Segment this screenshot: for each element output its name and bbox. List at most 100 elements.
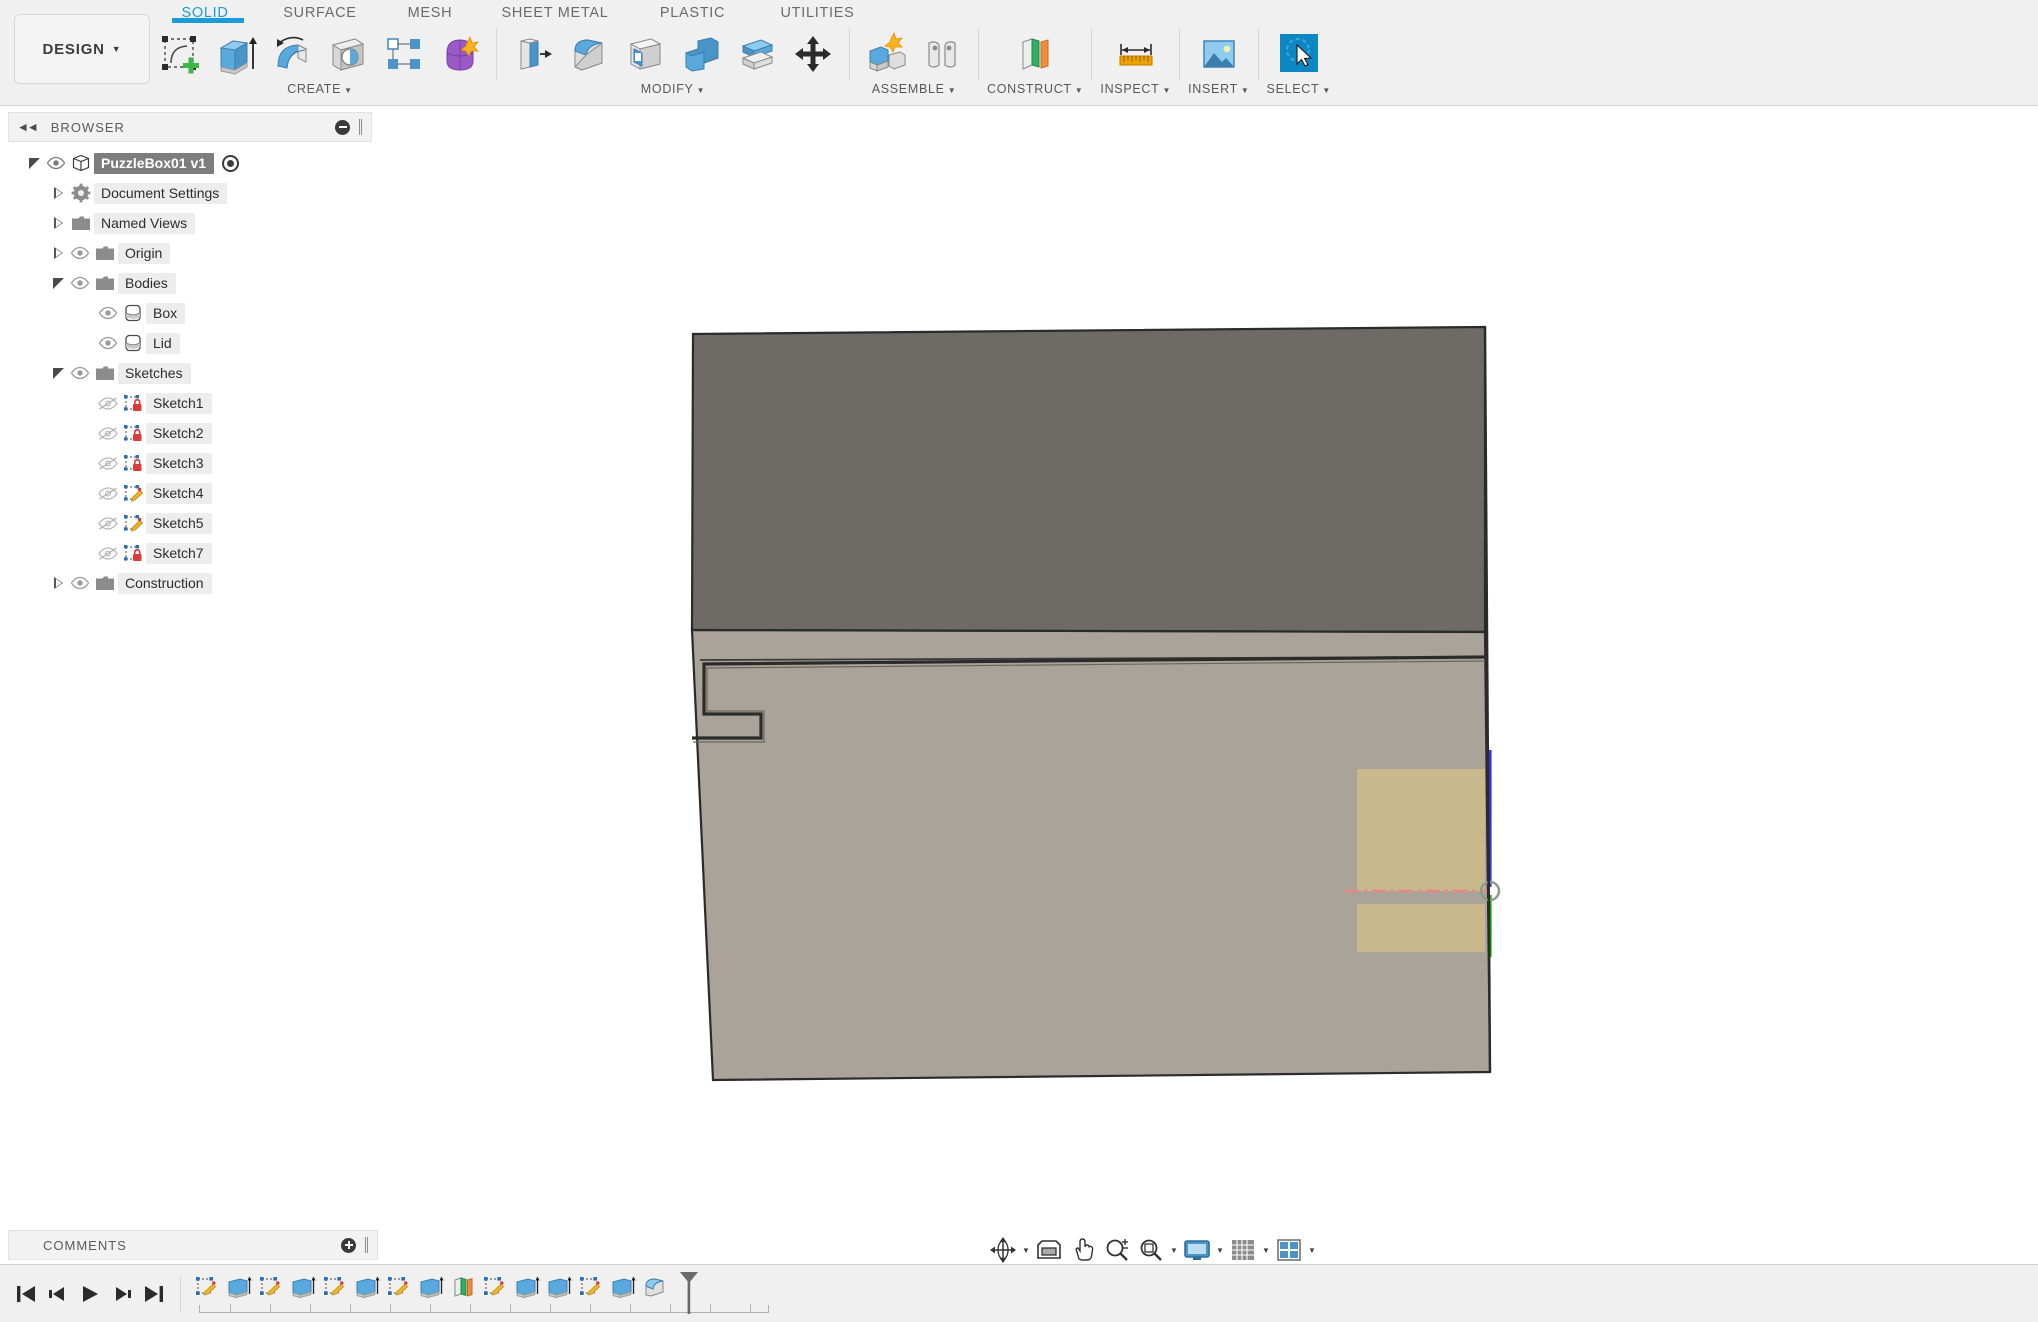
toolgroup-create-label[interactable]: CREATE ▼ — [287, 82, 353, 96]
grid-caret-icon[interactable]: ▼ — [1260, 1233, 1272, 1267]
timeline-extrude-5[interactable] — [511, 1270, 543, 1304]
fillet-tool[interactable] — [561, 27, 617, 81]
visibility-eye-icon[interactable] — [96, 336, 120, 350]
tree-node-sketch5[interactable]: Sketch5 — [0, 508, 380, 538]
create-sketch-tool[interactable] — [152, 27, 208, 81]
go-to-beginning-button[interactable] — [10, 1274, 42, 1314]
3d-viewport[interactable] — [380, 112, 2038, 1230]
visibility-eye-icon[interactable] — [68, 276, 92, 290]
twisty-closed-icon[interactable] — [48, 246, 68, 260]
tab-plastic[interactable]: PLASTIC — [630, 2, 755, 24]
twisty-closed-icon[interactable] — [48, 576, 68, 590]
combine-tool[interactable] — [673, 27, 729, 81]
visibility-eye-icon[interactable] — [68, 366, 92, 380]
minus-circle-icon[interactable] — [335, 119, 350, 135]
tree-node-named-views[interactable]: Named Views — [0, 208, 380, 238]
timeline-sketch-2[interactable] — [255, 1270, 287, 1304]
step-back-button[interactable] — [42, 1274, 74, 1314]
plus-circle-icon[interactable] — [341, 1237, 356, 1253]
visibility-hidden-eye-icon[interactable] — [96, 426, 120, 441]
body-lid[interactable] — [690, 325, 1487, 634]
timeline-extrude-4[interactable] — [415, 1270, 447, 1304]
go-to-end-button[interactable] — [138, 1274, 170, 1314]
form-tool[interactable] — [432, 27, 488, 81]
toolgroup-insert-label[interactable]: INSERT ▼ — [1188, 82, 1249, 96]
sketch-highlight-region[interactable] — [1357, 769, 1485, 952]
toolgroup-assemble-label[interactable]: ASSEMBLE ▼ — [872, 82, 957, 96]
panel-resize-grip[interactable] — [365, 1237, 369, 1253]
pan-button[interactable] — [1066, 1233, 1100, 1267]
timeline-sketch-3[interactable] — [319, 1270, 351, 1304]
tree-node-sketch4[interactable]: Sketch4 — [0, 478, 380, 508]
visibility-eye-icon[interactable] — [96, 306, 120, 320]
insert-image-tool[interactable] — [1191, 27, 1247, 81]
offset-plane-tool[interactable] — [1007, 27, 1063, 81]
tab-surface[interactable]: SURFACE — [260, 2, 380, 24]
shell-tool[interactable] — [617, 27, 673, 81]
tree-node-sketch2[interactable]: Sketch2 — [0, 418, 380, 448]
tree-node-construction[interactable]: Construction — [0, 568, 380, 598]
timeline-fillet-1[interactable] — [639, 1270, 671, 1304]
split-body-tool[interactable] — [729, 27, 785, 81]
tree-node-document-settings[interactable]: Document Settings — [0, 178, 380, 208]
orbit-button[interactable] — [986, 1233, 1020, 1267]
visibility-hidden-eye-icon[interactable] — [96, 546, 120, 561]
timeline-extrude-7[interactable] — [607, 1270, 639, 1304]
tree-node-box[interactable]: Box — [0, 298, 380, 328]
timeline-extrude-6[interactable] — [543, 1270, 575, 1304]
select-tool[interactable] — [1271, 27, 1327, 81]
tab-mesh[interactable]: MESH — [380, 2, 480, 24]
look-at-button[interactable] — [1032, 1233, 1066, 1267]
move-copy-tool[interactable] — [785, 27, 841, 81]
joint-tool[interactable] — [914, 27, 970, 81]
twisty-closed-icon[interactable] — [48, 216, 68, 230]
tab-utilities[interactable]: UTILITIES — [755, 2, 880, 24]
step-forward-button[interactable] — [106, 1274, 138, 1314]
visibility-hidden-eye-icon[interactable] — [96, 396, 120, 411]
timeline-end-marker[interactable] — [673, 1270, 703, 1316]
measure-tool[interactable] — [1108, 27, 1164, 81]
visibility-hidden-eye-icon[interactable] — [96, 486, 120, 501]
timeline-extrude-1[interactable] — [223, 1270, 255, 1304]
grid-snaps-button[interactable] — [1226, 1233, 1260, 1267]
viewports-button[interactable] — [1272, 1233, 1306, 1267]
fit-caret-icon[interactable]: ▼ — [1168, 1233, 1180, 1267]
revolve-tool[interactable] — [264, 27, 320, 81]
viewports-caret-icon[interactable]: ▼ — [1306, 1233, 1318, 1267]
twisty-closed-icon[interactable] — [48, 186, 68, 200]
double-chevron-left-icon[interactable]: ◄◄ — [17, 120, 39, 134]
zoom-button[interactable] — [1100, 1233, 1134, 1267]
panel-resize-grip[interactable] — [359, 119, 363, 135]
twisty-open-icon[interactable] — [24, 157, 44, 169]
twisty-open-icon[interactable] — [48, 367, 68, 379]
tab-sheet-metal[interactable]: SHEET METAL — [480, 2, 630, 24]
press-pull-tool[interactable] — [505, 27, 561, 81]
timeline-plane-1[interactable] — [447, 1270, 479, 1304]
timeline-sketch-1[interactable] — [191, 1270, 223, 1304]
tree-node-sketches[interactable]: Sketches — [0, 358, 380, 388]
tree-node-bodies[interactable]: Bodies — [0, 268, 380, 298]
tree-node-origin[interactable]: Origin — [0, 238, 380, 268]
display-caret-icon[interactable]: ▼ — [1214, 1233, 1226, 1267]
timeline-sketch-6[interactable] — [575, 1270, 607, 1304]
visibility-hidden-eye-icon[interactable] — [96, 456, 120, 471]
visibility-eye-icon[interactable] — [44, 156, 68, 170]
tree-node-sketch7[interactable]: Sketch7 — [0, 538, 380, 568]
visibility-eye-icon[interactable] — [68, 246, 92, 260]
visibility-eye-icon[interactable] — [68, 576, 92, 590]
new-component-tool[interactable] — [858, 27, 914, 81]
tree-node-puzzlebox01[interactable]: PuzzleBox01 v1 — [0, 148, 380, 178]
orbit-caret-icon[interactable]: ▼ — [1020, 1233, 1032, 1267]
timeline-extrude-2[interactable] — [287, 1270, 319, 1304]
toolgroup-construct-label[interactable]: CONSTRUCT ▼ — [987, 82, 1083, 96]
extrude-tool[interactable] — [208, 27, 264, 81]
timeline-sketch-5[interactable] — [479, 1270, 511, 1304]
design-workspace-menu[interactable]: DESIGN ▼ — [14, 14, 150, 84]
fit-button[interactable] — [1134, 1233, 1168, 1267]
tree-node-sketch1[interactable]: Sketch1 — [0, 388, 380, 418]
play-button[interactable] — [74, 1274, 106, 1314]
display-settings-button[interactable] — [1180, 1233, 1214, 1267]
hole-tool[interactable] — [320, 27, 376, 81]
twisty-open-icon[interactable] — [48, 277, 68, 289]
toolgroup-select-label[interactable]: SELECT ▼ — [1267, 82, 1331, 96]
